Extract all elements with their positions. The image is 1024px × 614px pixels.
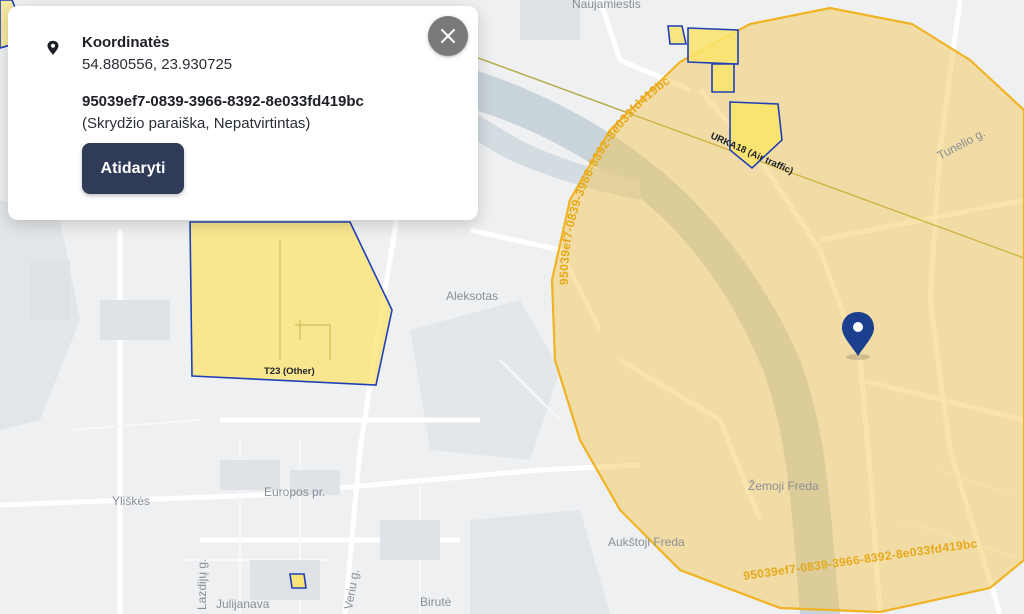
label-lazdynu: Lazdijų g. — [195, 559, 209, 610]
label-julijanava: Julijanava — [216, 597, 270, 611]
zone-small-3[interactable] — [711, 63, 735, 93]
location-popup: Koordinatės 54.880556, 23.930725 95039ef… — [8, 6, 478, 220]
coordinates-title: Koordinatės — [82, 34, 170, 51]
zone-small-1[interactable] — [687, 27, 739, 65]
coordinates-value: 54.880556, 23.930725 — [82, 56, 233, 73]
close-icon — [441, 29, 455, 43]
label-zone-t23: T23 (Other) — [264, 366, 315, 377]
label-zemoji-freda: Žemoji Freda — [748, 478, 819, 493]
application-id: 95039ef7-0839-3966-8392-8e033fd419bc — [82, 93, 364, 110]
application-status: (Skrydžio paraiška, Nepatvirtintas) — [82, 115, 311, 132]
open-button[interactable]: Atidaryti — [82, 143, 184, 194]
zone-t23[interactable] — [189, 221, 393, 386]
label-yliskes: Yliškės — [112, 494, 150, 508]
label-birute: Birutė — [420, 595, 452, 609]
label-aukstoji-freda: Aukštoji Freda — [608, 535, 685, 549]
label-aleksotas: Aleksotas — [446, 289, 498, 303]
location-pin-icon — [47, 40, 59, 55]
label-naujamiestis: Naujamiestis — [572, 0, 641, 11]
label-europos: Europos pr. — [264, 485, 325, 499]
zone-small-2[interactable] — [667, 25, 687, 45]
close-button[interactable] — [428, 16, 468, 56]
zone-small-4[interactable] — [289, 573, 307, 589]
